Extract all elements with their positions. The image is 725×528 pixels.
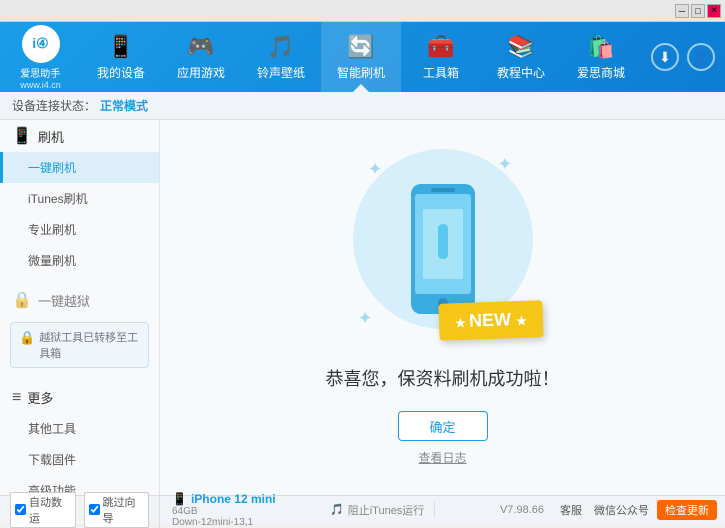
download-button[interactable]: ⬇ — [651, 43, 679, 71]
logo-icon: i④ — [22, 25, 60, 63]
device-storage: 64GB — [172, 506, 308, 517]
itunes-icon: 🎵 — [330, 503, 344, 516]
main-layout: 📱 刷机 一键刷机 iTunes刷机 专业刷机 微量刷机 🔒 一键越狱 🔒 越狱… — [0, 120, 725, 495]
sidebar-item-other-tools[interactable]: 其他工具 — [0, 413, 159, 444]
phone-illustration: ✦ ✦ ✦ NEW — [353, 149, 533, 349]
minimize-button[interactable]: ─ — [675, 4, 689, 18]
nav-icon-tutorials: 📚 — [507, 34, 534, 60]
nav-label-smart-flash: 智能刷机 — [337, 64, 385, 81]
auto-send-input[interactable] — [15, 504, 26, 515]
footer-checkboxes: 自动数运 跳过向导 — [0, 492, 160, 528]
sidebar: 📱 刷机 一键刷机 iTunes刷机 专业刷机 微量刷机 🔒 一键越狱 🔒 越狱… — [0, 120, 160, 495]
nav-label-toolbox: 工具箱 — [423, 64, 459, 81]
status-value: 正常模式 — [100, 97, 148, 114]
nav-icon-mall: 🛍️ — [587, 34, 614, 60]
nav-icon-toolbox: 🧰 — [427, 34, 454, 60]
footer: 自动数运 跳过向导 📱 iPhone 12 mini 64GB Down-12m… — [0, 495, 725, 523]
user-button[interactable]: 👤 — [687, 43, 715, 71]
logo-area: i④ 爱思助手 www.i4.cn — [0, 25, 81, 90]
info-lock-icon: 🔒 — [19, 330, 35, 346]
nav-items: 📱 我的设备 🎮 应用游戏 🎵 铃声壁纸 🔄 智能刷机 🧰 工具箱 📚 教程中心… — [81, 22, 641, 92]
nav-item-mall[interactable]: 🛍️ 爱思商城 — [561, 22, 641, 92]
sidebar-section-more[interactable]: ≡ 更多 — [0, 382, 159, 413]
title-bar: ─ □ ✕ — [0, 0, 725, 22]
sidebar-item-one-key-flash[interactable]: 一键刷机 — [0, 152, 159, 183]
sidebar-section-jailbreak[interactable]: 🔒 一键越狱 — [0, 284, 159, 316]
auto-send-checkbox[interactable]: 自动数运 — [10, 492, 76, 528]
nav-label-apps-games: 应用游戏 — [177, 64, 225, 81]
sparkle-bl-icon: ✦ — [358, 308, 373, 329]
skip-wizard-checkbox[interactable]: 跳过向导 — [84, 492, 150, 528]
sidebar-item-itunes-flash[interactable]: iTunes刷机 — [0, 183, 159, 214]
more-icon: ≡ — [12, 389, 21, 407]
nav-item-ringtones[interactable]: 🎵 铃声壁纸 — [241, 22, 321, 92]
header: i④ 爱思助手 www.i4.cn 📱 我的设备 🎮 应用游戏 🎵 铃声壁纸 🔄… — [0, 22, 725, 92]
nav-icon-ringtones: 🎵 — [267, 34, 294, 60]
footer-device-info: 📱 iPhone 12 mini 64GB Down-12mini-13,1 — [160, 492, 320, 528]
status-label: 设备连接状态： — [12, 97, 96, 114]
nav-item-smart-flash[interactable]: 🔄 智能刷机 — [321, 22, 401, 92]
nav-right: ⬇ 👤 — [641, 43, 725, 71]
nav-label-ringtones: 铃声壁纸 — [257, 64, 305, 81]
nav-label-tutorials: 教程中心 — [497, 64, 545, 81]
sparkle-tr-icon: ✦ — [497, 154, 512, 175]
daily-check-link[interactable]: 查看日志 — [418, 449, 466, 466]
sparkle-tl-icon: ✦ — [368, 159, 383, 180]
nav-item-apps-games[interactable]: 🎮 应用游戏 — [161, 22, 241, 92]
nav-icon-smart-flash: 🔄 — [347, 34, 374, 60]
device-name: 📱 iPhone 12 mini — [172, 492, 308, 506]
lock-section-icon: 🔒 — [12, 290, 32, 310]
footer-version: V7.98.66 — [492, 504, 552, 516]
nav-label-my-device: 我的设备 — [97, 64, 145, 81]
device-phone-icon: 📱 — [172, 492, 187, 506]
footer-links: 客服 微信公众号 — [552, 502, 657, 518]
skip-wizard-input[interactable] — [89, 504, 100, 515]
maximize-button[interactable]: □ — [691, 4, 705, 18]
status-bar: 设备连接状态： 正常模式 — [0, 92, 725, 120]
sidebar-item-pro-flash[interactable]: 专业刷机 — [0, 214, 159, 245]
nav-label-mall: 爱思商城 — [577, 64, 625, 81]
wechat-link[interactable]: 微信公众号 — [594, 502, 649, 518]
confirm-button[interactable]: 确定 — [398, 411, 488, 441]
new-badge: NEW — [438, 300, 543, 341]
nav-item-toolbox[interactable]: 🧰 工具箱 — [401, 22, 481, 92]
phone-svg — [403, 179, 483, 319]
nav-icon-apps-games: 🎮 — [187, 34, 214, 60]
sidebar-item-save-flash[interactable]: 微量刷机 — [0, 245, 159, 276]
sidebar-info-box: 🔒 越狱工具已转移至工具箱 — [10, 322, 149, 368]
logo-text: 爱思助手 www.i4.cn — [20, 65, 61, 90]
device-model: Down-12mini-13,1 — [172, 517, 308, 528]
sidebar-section-flash[interactable]: 📱 刷机 — [0, 120, 159, 152]
nav-item-tutorials[interactable]: 📚 教程中心 — [481, 22, 561, 92]
itunes-status: 🎵 阻止iTunes运行 — [320, 502, 435, 518]
flash-icon: 📱 — [12, 126, 32, 146]
success-text: 恭喜您，保资料刷机成功啦！ — [326, 365, 560, 391]
close-button[interactable]: ✕ — [707, 4, 721, 18]
support-link[interactable]: 客服 — [560, 502, 582, 518]
main-content: ✦ ✦ ✦ NEW 恭喜您，保资料刷机成功啦！ — [160, 120, 725, 495]
update-button[interactable]: 检查更新 — [657, 500, 717, 520]
sidebar-item-download-firmware[interactable]: 下载固件 — [0, 444, 159, 475]
nav-icon-my-device: 📱 — [107, 34, 134, 60]
nav-item-my-device[interactable]: 📱 我的设备 — [81, 22, 161, 92]
